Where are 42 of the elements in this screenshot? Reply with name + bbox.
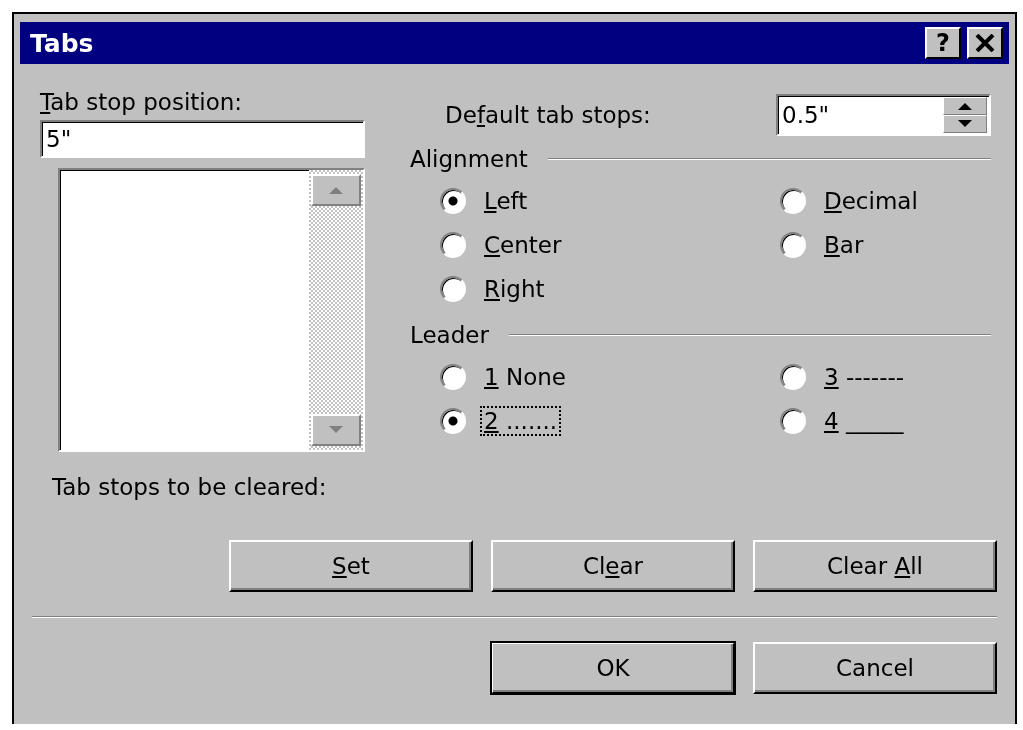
- dialog-button[interactable]: Cancel: [753, 642, 997, 694]
- radio-button[interactable]: [440, 276, 466, 302]
- radio-button[interactable]: [780, 188, 806, 214]
- scroll-down-button[interactable]: [311, 414, 361, 446]
- spin-down-button[interactable]: [943, 115, 987, 133]
- radio-button[interactable]: [440, 364, 466, 390]
- up-arrow-icon[interactable]: [957, 102, 973, 110]
- down-arrow-icon[interactable]: [957, 120, 973, 128]
- radio-button[interactable]: [440, 188, 466, 214]
- close-icon[interactable]: [975, 34, 995, 52]
- radio-label[interactable]: 3 -------: [820, 362, 909, 392]
- scroll-up-button[interactable]: [311, 174, 361, 206]
- spin-field[interactable]: 0.5": [776, 94, 991, 136]
- field-label: Default tab stops:: [445, 102, 652, 128]
- group-title: Leader: [410, 322, 489, 348]
- dialog-button[interactable]: OK: [491, 642, 735, 694]
- group-title: Alignment: [410, 146, 528, 172]
- radio-label[interactable]: 1 None: [480, 362, 570, 392]
- dialog-button[interactable]: Set: [229, 540, 473, 592]
- dialog-button[interactable]: Clear: [491, 540, 735, 592]
- radio-label[interactable]: 4 _____: [820, 406, 908, 436]
- radio-button[interactable]: [780, 408, 806, 434]
- scrollbar[interactable]: [309, 170, 363, 450]
- input-field[interactable]: 5": [40, 120, 365, 158]
- radio-label[interactable]: Bar: [820, 230, 868, 260]
- radio-button[interactable]: [440, 408, 466, 434]
- window-title: Tabs: [30, 28, 95, 58]
- radio-label[interactable]: Decimal: [820, 186, 922, 216]
- radio-label[interactable]: Left: [480, 186, 532, 216]
- cleared-label: Tab stops to be cleared:: [52, 474, 328, 500]
- radio-button[interactable]: [780, 364, 806, 390]
- radio-label[interactable]: Right: [480, 274, 549, 304]
- radio-label[interactable]: Center: [480, 230, 566, 260]
- spin-up-button[interactable]: [943, 97, 987, 115]
- radio-button[interactable]: [780, 232, 806, 258]
- radio-button[interactable]: [440, 232, 466, 258]
- tab-stop-list[interactable]: [58, 168, 365, 452]
- radio-label[interactable]: 2 .......: [480, 406, 562, 436]
- dialog-button[interactable]: Clear All: [753, 540, 997, 592]
- close-button[interactable]: [967, 27, 1003, 59]
- field-label: Tab stop position:: [40, 88, 244, 116]
- help-button[interactable]: ?: [925, 27, 961, 59]
